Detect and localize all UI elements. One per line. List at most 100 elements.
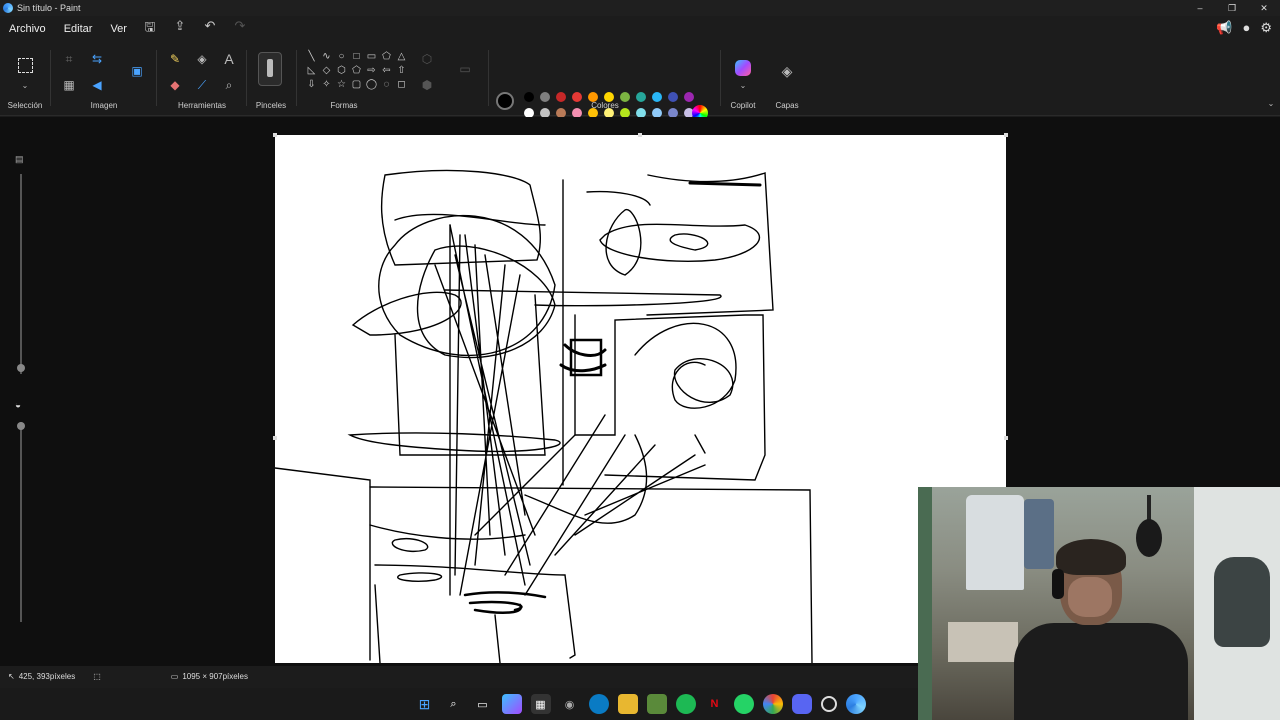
shape-option[interactable]: ⬡: [334, 64, 349, 78]
shape-option[interactable]: ◇: [319, 64, 334, 78]
undo-icon[interactable]: ↶: [202, 18, 218, 40]
copilot-icon[interactable]: [735, 60, 751, 76]
resize-handle[interactable]: [1004, 133, 1008, 137]
color-swatch[interactable]: [540, 92, 550, 102]
magnifier-icon[interactable]: ⌕: [220, 76, 238, 94]
minimize-button[interactable]: –: [1184, 0, 1216, 16]
color-swatch[interactable]: [524, 92, 534, 102]
text-tool-icon[interactable]: A: [220, 50, 238, 68]
shape-option[interactable]: ⬠: [379, 50, 394, 64]
account-icon[interactable]: ●: [1242, 20, 1250, 36]
outline-icon[interactable]: ⬡: [418, 50, 436, 68]
divider: [488, 50, 489, 106]
announcement-icon[interactable]: 📢: [1216, 20, 1232, 36]
top-right-actions: 📢 ● ⚙: [1216, 20, 1272, 36]
shape-option[interactable]: △: [394, 50, 409, 64]
paint-taskbar-icon[interactable]: [845, 694, 866, 714]
shape-size-icon[interactable]: ▭: [456, 60, 474, 78]
shape-option[interactable]: ◺: [304, 64, 319, 78]
headset: [1052, 569, 1064, 599]
brushes-button[interactable]: [258, 52, 282, 86]
shape-option[interactable]: ✧: [319, 78, 334, 92]
ribbon-expand-icon[interactable]: ⌄: [1262, 94, 1280, 112]
resize-handle[interactable]: [638, 133, 642, 137]
menu-archivo[interactable]: Archivo: [0, 23, 55, 35]
shape-option[interactable]: ⇩: [304, 78, 319, 92]
color-swatch[interactable]: [684, 92, 694, 102]
primary-color-swatch[interactable]: [496, 92, 514, 110]
chevron-down-icon[interactable]: ⌄: [16, 76, 34, 94]
netflix-icon[interactable]: N: [705, 694, 725, 714]
shape-option[interactable]: ⬠: [349, 64, 364, 78]
selection-icon[interactable]: [18, 58, 33, 73]
spotify-icon[interactable]: [675, 694, 696, 714]
redo-icon[interactable]: ↷: [232, 18, 248, 40]
edge-icon[interactable]: [588, 694, 609, 714]
zoom-knob[interactable]: [17, 364, 25, 372]
color-swatch[interactable]: [572, 92, 582, 102]
shape-option[interactable]: ╲: [304, 50, 319, 64]
remove-background-icon[interactable]: ▦: [60, 76, 78, 94]
shape-option[interactable]: ⇦: [379, 64, 394, 78]
store-icon[interactable]: ▦: [530, 694, 551, 714]
resize-handle[interactable]: [273, 436, 277, 440]
group-formas: ╲ ∿ ○ □ ▭ ⬠ △ ◺ ◇ ⬡ ⬠ ⇨ ⇦ ⇧ ⇩ ✧ ☆ ▢ ◯ ◌ ◻ ⬡ ⬢ ▭ Formas: [298, 42, 488, 116]
color-swatch[interactable]: [620, 92, 630, 102]
zoom-slider[interactable]: ▤ ◒: [15, 150, 27, 630]
layers-icon[interactable]: ◈: [778, 62, 796, 80]
resize-handle[interactable]: [1004, 436, 1008, 440]
chevron-down-icon[interactable]: ⌄: [734, 76, 752, 94]
color-swatch[interactable]: [668, 92, 678, 102]
resize-handle[interactable]: [273, 133, 277, 137]
save-icon[interactable]: 🖫: [142, 18, 158, 40]
shape-option[interactable]: ◻: [394, 78, 409, 92]
color-swatch[interactable]: [604, 92, 614, 102]
fill-bucket-icon[interactable]: ◈: [193, 50, 211, 68]
copilot-taskbar-icon[interactable]: [501, 694, 522, 714]
task-view-icon[interactable]: ▭: [473, 694, 493, 714]
shape-option[interactable]: ⇨: [364, 64, 379, 78]
shape-option[interactable]: ☆: [334, 78, 349, 92]
minecraft-icon[interactable]: [646, 694, 667, 714]
eraser-icon[interactable]: ◆: [166, 76, 184, 94]
shape-option[interactable]: ○: [334, 50, 349, 64]
search-icon[interactable]: ⌕: [444, 694, 464, 714]
close-button[interactable]: ✕: [1248, 0, 1280, 16]
group-colores: Colores: [490, 42, 720, 116]
resize-icon[interactable]: ⇆: [88, 50, 106, 68]
drawing-canvas[interactable]: [273, 133, 1008, 663]
windows-start-icon[interactable]: ⊞: [415, 694, 435, 714]
shape-option[interactable]: ◌: [379, 78, 394, 92]
settings-icon[interactable]: ⚙: [1260, 20, 1272, 36]
menu-ver[interactable]: Ver: [101, 23, 136, 35]
size-knob[interactable]: [17, 422, 25, 430]
chrome-icon[interactable]: [762, 694, 783, 714]
share-icon[interactable]: ⇪: [172, 18, 188, 40]
restore-button[interactable]: ❐: [1216, 0, 1248, 16]
shape-option[interactable]: ⇧: [394, 64, 409, 78]
file-explorer-icon[interactable]: [617, 694, 638, 714]
image-generator-icon[interactable]: ▣: [128, 62, 146, 80]
pencil-icon[interactable]: ✎: [166, 50, 184, 68]
group-label-pinceles: Pinceles: [255, 101, 287, 110]
shape-option[interactable]: ▭: [364, 50, 379, 64]
shape-option[interactable]: □: [349, 50, 364, 64]
cursor-position: 425, 393píxeles: [18, 671, 76, 681]
shape-option[interactable]: ▢: [349, 78, 364, 92]
color-picker-icon[interactable]: ⟋: [193, 76, 211, 94]
camera-icon[interactable]: ◉: [560, 694, 580, 714]
color-swatch[interactable]: [556, 92, 566, 102]
whatsapp-icon[interactable]: [733, 694, 754, 714]
obs-icon[interactable]: [820, 696, 837, 712]
fill-icon[interactable]: ⬢: [418, 76, 436, 94]
shape-option[interactable]: ◯: [364, 78, 379, 92]
shape-option[interactable]: ∿: [319, 50, 334, 64]
rotate-icon[interactable]: ◀: [88, 76, 106, 94]
group-label-seleccion: Selección: [7, 101, 43, 110]
color-swatch[interactable]: [636, 92, 646, 102]
crop-icon[interactable]: ⌗: [60, 50, 78, 68]
menu-editar[interactable]: Editar: [55, 23, 102, 35]
color-swatch[interactable]: [588, 92, 598, 102]
color-swatch[interactable]: [652, 92, 662, 102]
discord-icon[interactable]: [791, 694, 812, 714]
